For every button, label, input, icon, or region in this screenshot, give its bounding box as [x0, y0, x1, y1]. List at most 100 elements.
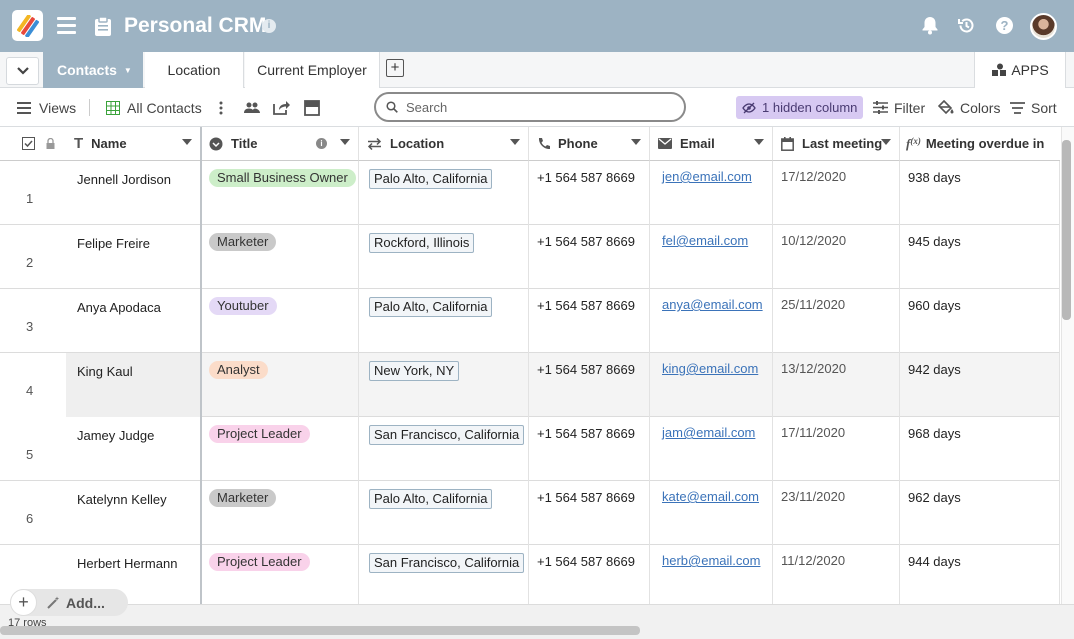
location-link[interactable]: Palo Alto, California: [369, 489, 493, 509]
column-header-location[interactable]: Location: [359, 127, 529, 161]
cell-name[interactable]: Felipe Freire: [66, 225, 201, 289]
sort-button[interactable]: Sort: [1010, 88, 1057, 127]
table-row[interactable]: Herbert Hermann Project Leader San Francis…: [0, 545, 1060, 604]
caret-down-icon[interactable]: [510, 139, 520, 145]
column-header-email[interactable]: Email: [650, 127, 773, 161]
caret-down-icon[interactable]: [631, 139, 641, 145]
cell-location[interactable]: San Francisco, California: [359, 545, 529, 604]
email-link[interactable]: king@email.com: [662, 361, 758, 376]
tab-contacts[interactable]: Contacts ▼: [43, 52, 143, 88]
layout-icon[interactable]: [304, 88, 320, 127]
table-row[interactable]: 5 Jamey Judge Project Leader San Francisco,…: [0, 417, 1060, 481]
hidden-columns-button[interactable]: 1 hidden column: [736, 96, 863, 119]
cell-email[interactable]: kate@email.com: [650, 481, 773, 545]
caret-down-icon[interactable]: [754, 139, 764, 145]
menu-icon[interactable]: [57, 17, 76, 35]
apps-button[interactable]: APPS: [974, 52, 1066, 88]
table-row[interactable]: 4 King Kaul Analyst New York, NY +1 564 587 …: [0, 353, 1060, 417]
history-icon[interactable]: [957, 16, 976, 38]
caret-down-icon[interactable]: ▼: [124, 66, 132, 75]
cell-phone[interactable]: +1 564 587 8669: [529, 353, 650, 417]
cell-email[interactable]: anya@email.com: [650, 289, 773, 353]
views-button[interactable]: Views: [17, 88, 76, 127]
cell-overdue[interactable]: 945 days: [900, 225, 1060, 289]
cell-email[interactable]: king@email.com: [650, 353, 773, 417]
frozen-column-divider[interactable]: [200, 127, 202, 639]
add-table-button[interactable]: +: [386, 59, 404, 77]
vertical-scrollbar[interactable]: [1062, 140, 1071, 320]
cell-overdue[interactable]: 942 days: [900, 353, 1060, 417]
cell-phone[interactable]: +1 564 587 8669: [529, 417, 650, 481]
caret-down-icon[interactable]: [182, 139, 192, 145]
add-row-label-wrapper[interactable]: Add...: [47, 595, 105, 611]
cell-last-meeting[interactable]: 10/12/2020: [773, 225, 900, 289]
cell-last-meeting[interactable]: 25/11/2020: [773, 289, 900, 353]
cell-location[interactable]: New York, NY: [359, 353, 529, 417]
cell-email[interactable]: fel@email.com: [650, 225, 773, 289]
cell-phone[interactable]: +1 564 587 8669: [529, 289, 650, 353]
column-header-title[interactable]: Title i: [201, 127, 359, 161]
cell-name[interactable]: King Kaul: [66, 353, 201, 417]
table-row[interactable]: 6 Katelynn Kelley Marketer Palo Alto, Calif…: [0, 481, 1060, 545]
cell-title[interactable]: Small Business Owner: [201, 161, 359, 225]
location-link[interactable]: San Francisco, California: [369, 425, 525, 445]
cell-phone[interactable]: +1 564 587 8669: [529, 481, 650, 545]
cell-overdue[interactable]: 968 days: [900, 417, 1060, 481]
cell-name[interactable]: Jennell Jordison: [66, 161, 201, 225]
cell-last-meeting[interactable]: 17/12/2020: [773, 161, 900, 225]
cell-overdue[interactable]: 960 days: [900, 289, 1060, 353]
location-link[interactable]: Rockford, Illinois: [369, 233, 475, 253]
cell-phone[interactable]: +1 564 587 8669: [529, 545, 650, 604]
cell-overdue[interactable]: 938 days: [900, 161, 1060, 225]
column-header-name[interactable]: T Name: [66, 127, 201, 161]
cell-overdue[interactable]: 962 days: [900, 481, 1060, 545]
email-link[interactable]: jam@email.com: [662, 425, 755, 440]
column-header-phone[interactable]: Phone: [529, 127, 650, 161]
cell-title[interactable]: Project Leader: [201, 417, 359, 481]
location-link[interactable]: San Francisco, California: [369, 553, 525, 573]
cell-location[interactable]: San Francisco, California: [359, 417, 529, 481]
table-row[interactable]: 3 Anya Apodaca Youtuber Palo Alto, Californ…: [0, 289, 1060, 353]
info-icon[interactable]: i: [262, 19, 276, 33]
cell-location[interactable]: Rockford, Illinois: [359, 225, 529, 289]
cell-title[interactable]: Marketer: [201, 225, 359, 289]
cell-phone[interactable]: +1 564 587 8669: [529, 225, 650, 289]
search-input[interactable]: [406, 99, 666, 115]
people-icon[interactable]: [244, 88, 260, 127]
cell-overdue[interactable]: 944 days: [900, 545, 1060, 604]
search-box[interactable]: [374, 92, 686, 122]
cell-last-meeting[interactable]: 11/12/2020: [773, 545, 900, 604]
cell-email[interactable]: jen@email.com: [650, 161, 773, 225]
checkbox-icon[interactable]: [22, 137, 35, 150]
info-icon[interactable]: i: [316, 138, 327, 149]
app-logo-icon[interactable]: [12, 10, 43, 41]
column-header-last-meeting[interactable]: Last meeting: [773, 127, 900, 161]
share-icon[interactable]: [273, 88, 290, 127]
cell-email[interactable]: jam@email.com: [650, 417, 773, 481]
cell-location[interactable]: Palo Alto, California: [359, 481, 529, 545]
help-icon[interactable]: ?: [995, 16, 1014, 38]
location-link[interactable]: New York, NY: [369, 361, 460, 381]
email-link[interactable]: kate@email.com: [662, 489, 759, 504]
cell-title[interactable]: Project Leader: [201, 545, 359, 604]
cell-title[interactable]: Youtuber: [201, 289, 359, 353]
cell-title[interactable]: Analyst: [201, 353, 359, 417]
cell-last-meeting[interactable]: 13/12/2020: [773, 353, 900, 417]
cell-name[interactable]: Katelynn Kelley: [66, 481, 201, 545]
cell-email[interactable]: herb@email.com: [650, 545, 773, 604]
add-row-button[interactable]: + Add...: [10, 589, 128, 616]
tab-location[interactable]: Location: [145, 52, 244, 88]
location-link[interactable]: Palo Alto, California: [369, 297, 493, 317]
table-row[interactable]: 2 Felipe Freire Marketer Rockford, Illinois…: [0, 225, 1060, 289]
view-selector[interactable]: All Contacts: [106, 88, 202, 127]
email-link[interactable]: herb@email.com: [662, 553, 760, 568]
table-row[interactable]: 1 Jennell Jordison Small Business Owner Pal…: [0, 161, 1060, 225]
horizontal-scrollbar[interactable]: [0, 626, 640, 635]
email-link[interactable]: jen@email.com: [662, 169, 752, 184]
avatar[interactable]: [1030, 13, 1057, 40]
plus-icon[interactable]: +: [10, 589, 37, 616]
caret-down-icon[interactable]: [881, 139, 891, 145]
colors-button[interactable]: Colors: [938, 88, 1000, 127]
location-link[interactable]: Palo Alto, California: [369, 169, 493, 189]
cell-phone[interactable]: +1 564 587 8669: [529, 161, 650, 225]
